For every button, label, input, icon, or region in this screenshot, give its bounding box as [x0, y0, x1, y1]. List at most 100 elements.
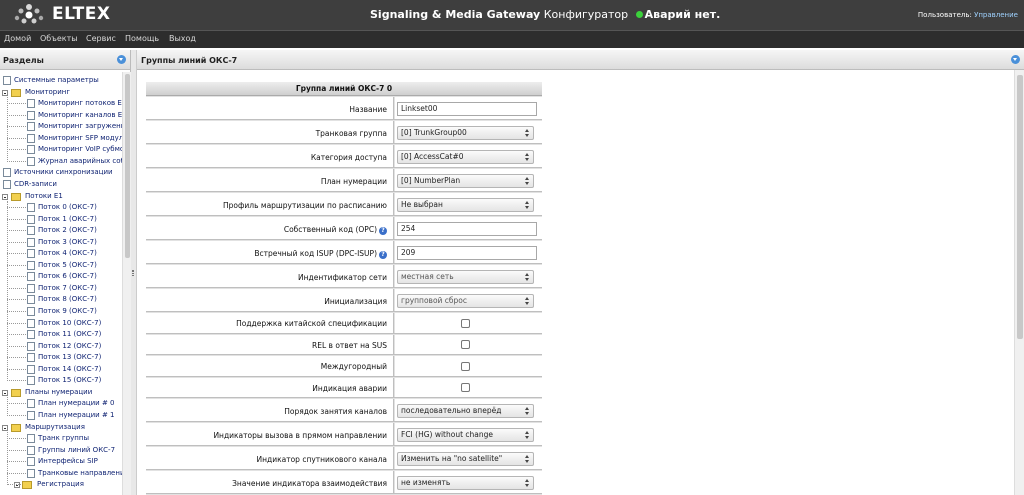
form-label-cell: Индикаторы вызова в прямом направлении: [146, 423, 394, 445]
tree-item-label: Поток 7 (ОКС-7): [38, 283, 97, 292]
updown-arrow-icon: [525, 200, 530, 210]
tree-item-label: Мониторинг SFP модулей: [38, 133, 122, 142]
form-field-label: Название: [349, 105, 387, 114]
menu-item-exit[interactable]: Выход: [169, 34, 196, 43]
collapse-toggle-icon[interactable]: [2, 89, 8, 96]
tree-connector: [7, 311, 26, 312]
tree-connector: [7, 414, 26, 416]
form-row: Инициализация групповой сброс: [146, 289, 542, 312]
form-value-cell: 254: [395, 217, 542, 239]
user-link[interactable]: Управление: [974, 11, 1018, 19]
form-row: Индикация аварии: [146, 377, 542, 398]
tree-connector: [7, 218, 26, 220]
select-value: [0] AccessCat#0: [401, 151, 464, 161]
scrollbar-thumb[interactable]: [1017, 75, 1023, 339]
page-icon: [27, 110, 35, 120]
form-label-cell: REL в ответ на SUS: [146, 334, 394, 354]
tree-item-label: Поток 1 (ОКС-7): [38, 214, 97, 223]
select-dropdown[interactable]: Не выбран: [397, 197, 534, 212]
collapse-toggle-icon[interactable]: [2, 389, 8, 396]
page-icon: [27, 295, 35, 305]
form-row: Поддержка китайской спецификации: [146, 313, 542, 334]
updown-arrow-icon: [525, 128, 530, 138]
form-label-cell: Поддержка китайской спецификации: [146, 313, 394, 333]
folder-icon: [22, 481, 32, 490]
tree-connector: [7, 380, 26, 382]
tree-item-label: Интерфейсы SIP: [38, 457, 98, 466]
select-dropdown[interactable]: последовательно вперёд: [397, 403, 534, 418]
form-field-label: Междугородный: [321, 362, 387, 371]
updown-arrow-icon: [525, 478, 530, 488]
tree-connector: [7, 126, 26, 128]
help-icon[interactable]: ?: [379, 226, 387, 235]
folder-icon: [11, 192, 21, 201]
text-input[interactable]: 254: [397, 221, 537, 236]
updown-arrow-icon: [525, 152, 530, 162]
select-dropdown[interactable]: FCI (HG) without change: [397, 427, 534, 442]
form-field-label: Встречный код ISUP (DPC-ISUP)?: [254, 249, 387, 259]
form-row: REL в ответ на SUS: [146, 334, 542, 355]
form-label-cell: Индикатор спутникового канала: [146, 447, 394, 469]
collapse-toggle-icon[interactable]: [2, 193, 8, 200]
form-field-label-text: Инициализация: [324, 296, 387, 306]
form-field-label-text: Профиль маршрутизации по расписанию: [223, 200, 387, 210]
scrollbar-thumb[interactable]: [125, 74, 130, 258]
menu-item-objects[interactable]: Объекты: [40, 34, 78, 43]
select-dropdown[interactable]: местная сеть: [397, 269, 534, 284]
form-field-label: Транковая группа: [316, 129, 387, 138]
form-label-cell: Инициализация: [146, 289, 394, 311]
sections-scrollbar[interactable]: [122, 72, 131, 495]
folder-icon: [11, 423, 21, 432]
page-icon: [27, 410, 35, 420]
form-value-cell: Linkset00: [395, 97, 542, 119]
form-row: Индикатор спутникового канала Изменить на…: [146, 447, 542, 470]
checkbox[interactable]: [461, 318, 470, 328]
sections-panel-title: Разделы: [3, 56, 44, 65]
ss7-linkset-form: Группа линий ОКС-7 0 Название Linkset00 Тр…: [146, 82, 542, 495]
tree-connector: [7, 461, 26, 463]
form-value-cell: [395, 377, 542, 397]
tree-item-label: Группы линий ОКС-7: [38, 445, 116, 454]
updown-arrow-icon: [525, 454, 530, 464]
form-value-cell: [395, 334, 542, 354]
select-dropdown[interactable]: групповой сброс: [397, 293, 534, 308]
alarm-status-icon: [635, 11, 643, 18]
help-icon[interactable]: ?: [379, 250, 387, 259]
menu-item-home[interactable]: Домой: [4, 34, 31, 43]
eltex-logo[interactable]: ELTEX: [12, 3, 112, 27]
tree-connector: [7, 368, 26, 370]
collapse-toggle-icon[interactable]: [2, 424, 8, 431]
sections-panel-header: Разделы: [0, 50, 130, 70]
form-field-label-text: Собственный код (OPC): [283, 224, 377, 234]
page-icon: [27, 353, 35, 363]
menu-item-service[interactable]: Сервис: [86, 34, 116, 43]
tree-item-label: План нумерации # 1: [38, 410, 115, 419]
updown-arrow-icon: [525, 430, 530, 440]
form-field-label-text: План нумерации: [320, 176, 387, 186]
content-scrollbar[interactable]: [1014, 70, 1024, 495]
select-dropdown[interactable]: [0] NumberPlan: [397, 173, 534, 188]
collapse-toggle-icon[interactable]: [14, 482, 20, 489]
form-title: Группа линий ОКС-7 0: [146, 82, 542, 96]
tree-connector: [7, 114, 26, 116]
form-label-cell: Встречный код ISUP (DPC-ISUP)?: [146, 241, 394, 263]
select-dropdown[interactable]: [0] AccessCat#0: [397, 149, 534, 164]
page-icon: [27, 457, 35, 467]
text-input[interactable]: 209: [397, 245, 537, 260]
form-value-cell: Изменить на "no satellite": [395, 447, 542, 469]
select-dropdown[interactable]: не изменять: [397, 475, 534, 490]
form-field-label-text: REL в ответ на SUS: [312, 340, 387, 350]
select-dropdown[interactable]: Изменить на "no satellite": [397, 451, 534, 466]
form-label-cell: Категория доступа: [146, 145, 394, 167]
select-dropdown[interactable]: [0] TrunkGroup00: [397, 125, 534, 140]
menu-item-help[interactable]: Помощь: [125, 34, 159, 43]
collapse-icon[interactable]: [1011, 55, 1020, 64]
text-input[interactable]: Linkset00: [397, 101, 537, 116]
checkbox[interactable]: [461, 340, 470, 350]
tree-item-label: Планы нумерации: [25, 387, 93, 396]
collapse-icon[interactable]: [117, 55, 126, 64]
tree-connector: [7, 438, 26, 440]
checkbox[interactable]: [461, 383, 470, 393]
form-field-label: REL в ответ на SUS: [312, 341, 387, 350]
checkbox[interactable]: [461, 361, 470, 371]
